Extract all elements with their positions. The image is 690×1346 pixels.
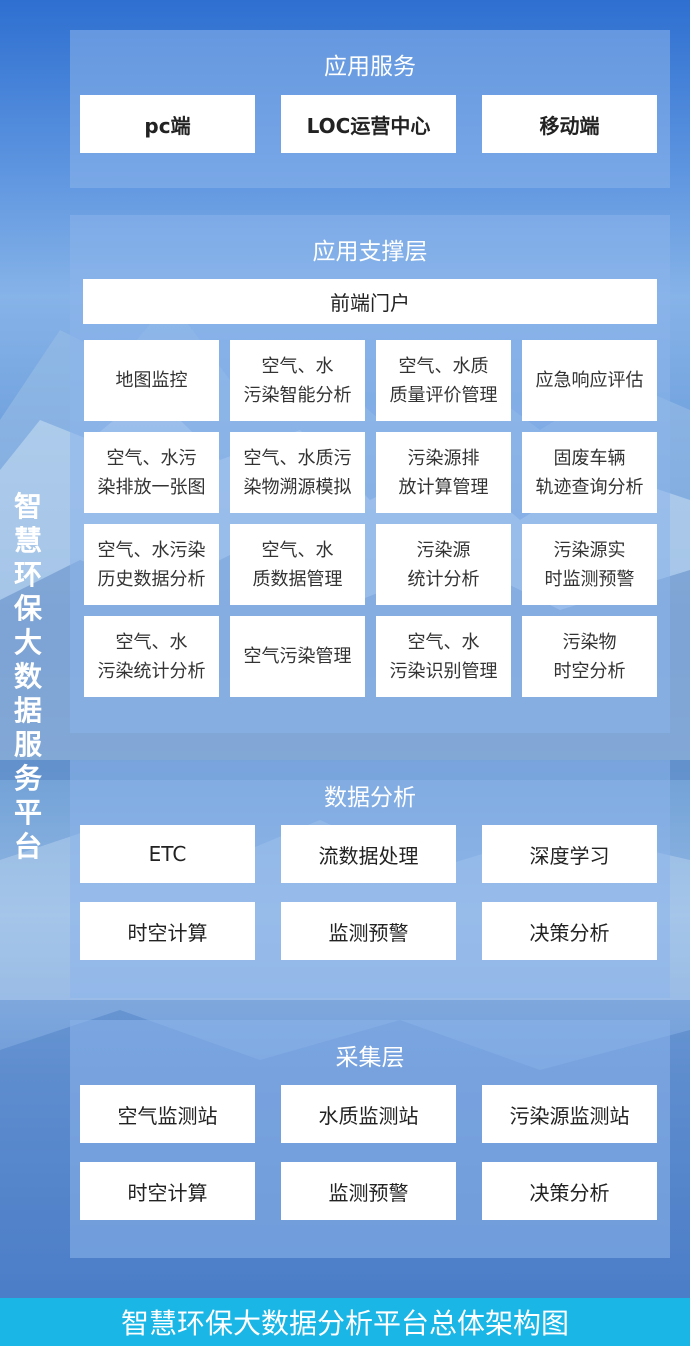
support-cell: 污染源 统计分析 [376, 524, 511, 605]
collection-layer: 采集层 空气监测站 水质监测站 污染源监测站 时空计算 监测预警 决策分析 [70, 1020, 670, 1258]
loc-ops-center-box: LOC运营中心 [281, 95, 456, 153]
support-cell: 空气、水污染 历史数据分析 [84, 524, 219, 605]
collection-box: 空气监测站 [80, 1085, 255, 1143]
side-title-char: 平 [13, 796, 42, 829]
analysis-box: 流数据处理 [281, 825, 456, 883]
layer-title: 应用支撑层 [312, 239, 428, 265]
collection-box: 决策分析 [482, 1162, 657, 1220]
mobile-client-box: 移动端 [482, 95, 657, 153]
support-cell: 空气污染管理 [230, 616, 365, 697]
analysis-box: 监测预警 [281, 902, 456, 960]
layer-title: 应用服务 [324, 54, 416, 80]
support-cell: 空气、水污 染排放一张图 [84, 432, 219, 513]
support-cell: 空气、水 污染统计分析 [84, 616, 219, 697]
diagram-caption: 智慧环保大数据分析平台总体架构图 [0, 1298, 690, 1346]
support-cell: 空气、水 污染智能分析 [230, 340, 365, 421]
side-title-char: 环 [13, 558, 42, 591]
analysis-box: 决策分析 [482, 902, 657, 960]
data-analysis-layer: 数据分析 ETC 流数据处理 深度学习 时空计算 监测预警 决策分析 [70, 760, 670, 998]
side-title-char: 智 [13, 490, 42, 523]
side-title-char: 数 [13, 660, 42, 693]
side-title-char: 慧 [13, 524, 42, 557]
analysis-box: ETC [80, 825, 255, 883]
app-support-layer: 应用支撑层 前端门户 地图监控 空气、水 污染智能分析 空气、水质 质量评价管理… [70, 215, 670, 733]
side-title-char: 服 [13, 728, 42, 761]
support-cell: 空气、水质污 染物溯源模拟 [230, 432, 365, 513]
app-service-layer: 应用服务 pc端 LOC运营中心 移动端 [70, 30, 670, 188]
layer-title: 数据分析 [324, 785, 416, 811]
side-title-char: 务 [13, 762, 42, 795]
support-cell: 污染物 时空分析 [522, 616, 657, 697]
support-cell: 空气、水质 质量评价管理 [376, 340, 511, 421]
collection-box: 时空计算 [80, 1162, 255, 1220]
side-title-char: 保 [13, 592, 42, 625]
layer-title: 采集层 [335, 1045, 405, 1071]
platform-side-title: 智 慧 环 保 大 数 据 服 务 平 台 [8, 490, 48, 864]
support-cell: 空气、水 质数据管理 [230, 524, 365, 605]
collection-box: 水质监测站 [281, 1085, 456, 1143]
side-title-char: 台 [13, 830, 42, 863]
support-cell: 空气、水 污染识别管理 [376, 616, 511, 697]
support-cell: 污染源排 放计算管理 [376, 432, 511, 513]
support-cell: 应急响应评估 [522, 340, 657, 421]
support-cell: 污染源实 时监测预警 [522, 524, 657, 605]
support-cell: 地图监控 [84, 340, 219, 421]
collection-box: 监测预警 [281, 1162, 456, 1220]
frontend-portal-box: 前端门户 [83, 279, 657, 324]
side-title-char: 据 [13, 694, 42, 727]
side-title-char: 大 [13, 626, 42, 659]
collection-box: 污染源监测站 [482, 1085, 657, 1143]
analysis-box: 深度学习 [482, 825, 657, 883]
pc-client-box: pc端 [80, 95, 255, 153]
support-cell: 固废车辆 轨迹查询分析 [522, 432, 657, 513]
analysis-box: 时空计算 [80, 902, 255, 960]
